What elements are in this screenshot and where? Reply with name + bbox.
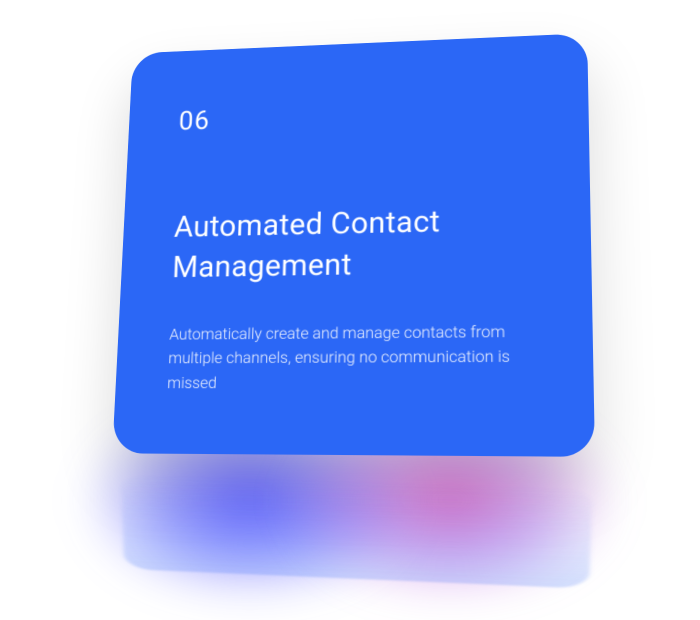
card-reflection [121, 474, 593, 589]
feature-card: 06 Automated Contact Management Automati… [112, 33, 595, 457]
card-title: Automated Contact Management [172, 198, 536, 287]
card-number: 06 [178, 92, 534, 136]
card-description: Automatically create and manage contacts… [167, 319, 537, 396]
feature-card-wrapper: 06 Automated Contact Management Automati… [113, 33, 588, 453]
